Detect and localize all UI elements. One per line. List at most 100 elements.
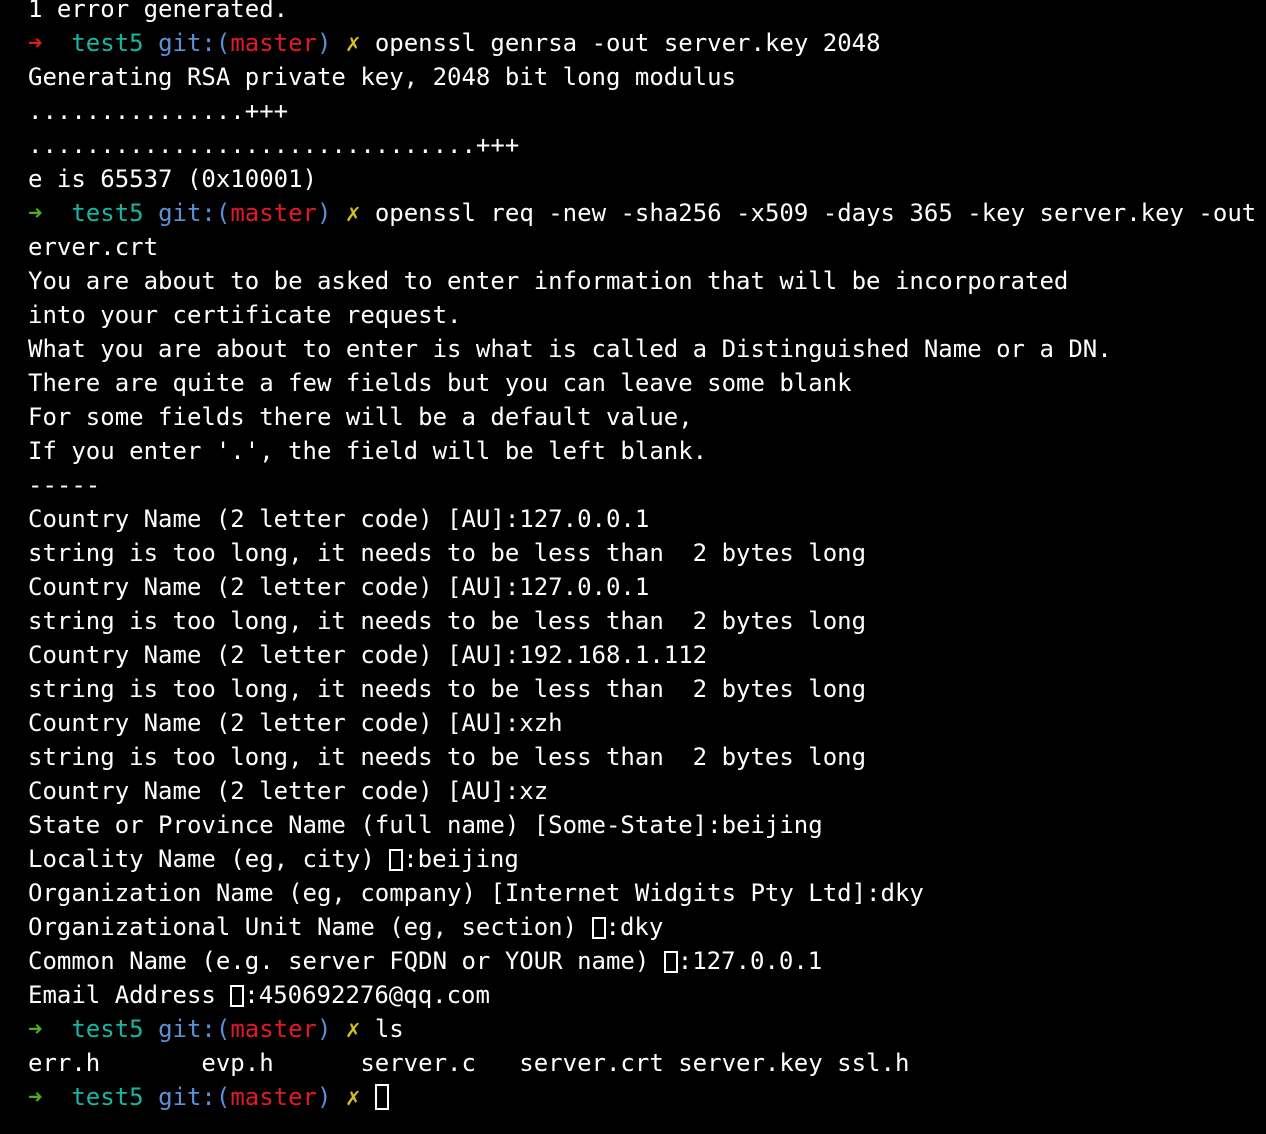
terminal-output-text: erver.crt [28,233,159,261]
terminal-output-line: string is too long, it needs to be less … [28,740,1266,774]
terminal-output-text: 1 error generated. [28,0,289,23]
prompt-arrow-icon: ➜ [28,1083,43,1111]
terminal-output-line: erver.crt [28,230,1266,264]
terminal-prompt-line[interactable]: ➜ test5 git:(master) ✗ [28,1080,1266,1114]
prompt-host: test5 [71,29,144,57]
terminal-output-line: Country Name (2 letter code) [AU]:127.0.… [28,570,1266,604]
terminal-output-text: e is 65537 (0x10001) [28,165,317,193]
terminal-output-text: Common Name (e.g. server FQDN or YOUR na… [28,947,664,975]
terminal-output-line: Country Name (2 letter code) [AU]:127.0.… [28,502,1266,536]
prompt-paren-open: ( [215,1015,231,1043]
terminal-output-text: There are quite a few fields but you can… [28,369,852,397]
terminal-output-line: Generating RSA private key, 2048 bit lon… [28,60,1266,94]
prompt-paren-close: ) [317,29,332,57]
terminal-output-line: Country Name (2 letter code) [AU]:xz [28,774,1266,808]
terminal-output-line: For some fields there will be a default … [28,400,1266,434]
prompt-paren-close: ) [317,199,332,227]
terminal-output-text: into your certificate request. [28,301,462,329]
prompt-host: test5 [71,1083,144,1111]
terminal-output-line: ...............................+++ [28,128,1266,162]
empty-default-box-icon [591,917,606,939]
prompt-branch: master [230,1015,318,1043]
prompt-git-label: git: [158,199,216,227]
terminal-output-text: string is too long, it needs to be less … [28,607,867,635]
prompt-paren-open: ( [215,29,231,57]
prompt-paren-open: ( [215,1083,231,1111]
terminal-output-text: :beijing [403,845,519,873]
terminal-output-line: Organizational Unit Name (eg, section) :… [28,910,1266,944]
terminal-output-text: What you are about to enter is what is c… [28,335,1112,363]
prompt-git-label: git: [158,29,216,57]
prompt-git-label: git: [158,1015,216,1043]
terminal-output-line: Common Name (e.g. server FQDN or YOUR na… [28,944,1266,978]
terminal-output-text: You are about to be asked to enter infor… [28,267,1069,295]
terminal-output-text: string is too long, it needs to be less … [28,743,867,771]
terminal-output-text: :450692276@qq.com [244,981,490,1009]
terminal-output-text: string is too long, it needs to be less … [28,539,867,567]
terminal-output-text: Country Name (2 letter code) [AU]:xzh [28,709,563,737]
terminal-output-text: err.h evp.h server.c server.crt server.k… [28,1049,910,1077]
prompt-arrow-icon: ➜ [28,199,43,227]
terminal-output-text: Organization Name (eg, company) [Interne… [28,879,924,907]
empty-default-box-icon [389,849,404,871]
terminal-output-line: State or Province Name (full name) [Some… [28,808,1266,842]
empty-default-box-icon [663,951,678,973]
prompt-dirty-mark-icon: ✗ [345,1083,361,1111]
empty-default-box-icon [230,985,245,1007]
terminal-output-line: There are quite a few fields but you can… [28,366,1266,400]
prompt-dirty-mark-icon: ✗ [345,199,361,227]
terminal-prompt-line[interactable]: ➜ test5 git:(master) ✗ openssl req -new … [28,196,1266,230]
prompt-host: test5 [71,199,144,227]
terminal-output-line: into your certificate request. [28,298,1266,332]
terminal-output-line: Country Name (2 letter code) [AU]:192.16… [28,638,1266,672]
terminal-output-text: ...............+++ [28,97,289,125]
terminal-output-line: Email Address :450692276@qq.com [28,978,1266,1012]
terminal-output-line: If you enter '.', the field will be left… [28,434,1266,468]
terminal-output-text: :127.0.0.1 [677,947,823,975]
prompt-branch: master [230,29,318,57]
terminal-output-text: Country Name (2 letter code) [AU]:xz [28,777,549,805]
terminal-output-line: Locality Name (eg, city) :beijing [28,842,1266,876]
terminal-output-text: Country Name (2 letter code) [AU]:127.0.… [28,573,650,601]
terminal-output-text: If you enter '.', the field will be left… [28,437,708,465]
terminal-output-line: e is 65537 (0x10001) [28,162,1266,196]
terminal-output-text: ----- [28,471,101,499]
terminal-output-text: State or Province Name (full name) [Some… [28,811,823,839]
terminal-output-text: Generating RSA private key, 2048 bit lon… [28,63,737,91]
terminal-output-line: You are about to be asked to enter infor… [28,264,1266,298]
prompt-host: test5 [71,1015,144,1043]
terminal-output-line: ----- [28,468,1266,502]
terminal-window[interactable]: 1 error generated. ➜ test5 git:(master) ✗… [0,0,1266,1134]
terminal-output-line: What you are about to enter is what is c… [28,332,1266,366]
text-cursor[interactable] [374,1084,389,1110]
terminal-output-text: For some fields there will be a default … [28,403,693,431]
terminal-output-line: 1 error generated. [28,0,1266,26]
terminal-command-text: openssl genrsa -out server.key 2048 [374,29,881,57]
prompt-paren-close: ) [317,1015,332,1043]
terminal-command-text: openssl req -new -sha256 -x509 -days 365… [374,199,1266,227]
terminal-output-text: Email Address [28,981,231,1009]
terminal-prompt-line[interactable]: ➜ test5 git:(master) ✗ ls [28,1012,1266,1046]
terminal-output-text: Country Name (2 letter code) [AU]:192.16… [28,641,708,669]
prompt-branch: master [230,1083,318,1111]
terminal-output-text: string is too long, it needs to be less … [28,675,867,703]
terminal-output-text: :dky [605,913,664,941]
terminal-screen[interactable]: 1 error generated. ➜ test5 git:(master) ✗… [28,0,1266,1114]
terminal-output-line: ...............+++ [28,94,1266,128]
terminal-output-line: string is too long, it needs to be less … [28,672,1266,706]
prompt-paren-open: ( [215,199,231,227]
terminal-prompt-line[interactable]: ➜ test5 git:(master) ✗ openssl genrsa -o… [28,26,1266,60]
terminal-output-text: Organizational Unit Name (eg, section) [28,913,592,941]
